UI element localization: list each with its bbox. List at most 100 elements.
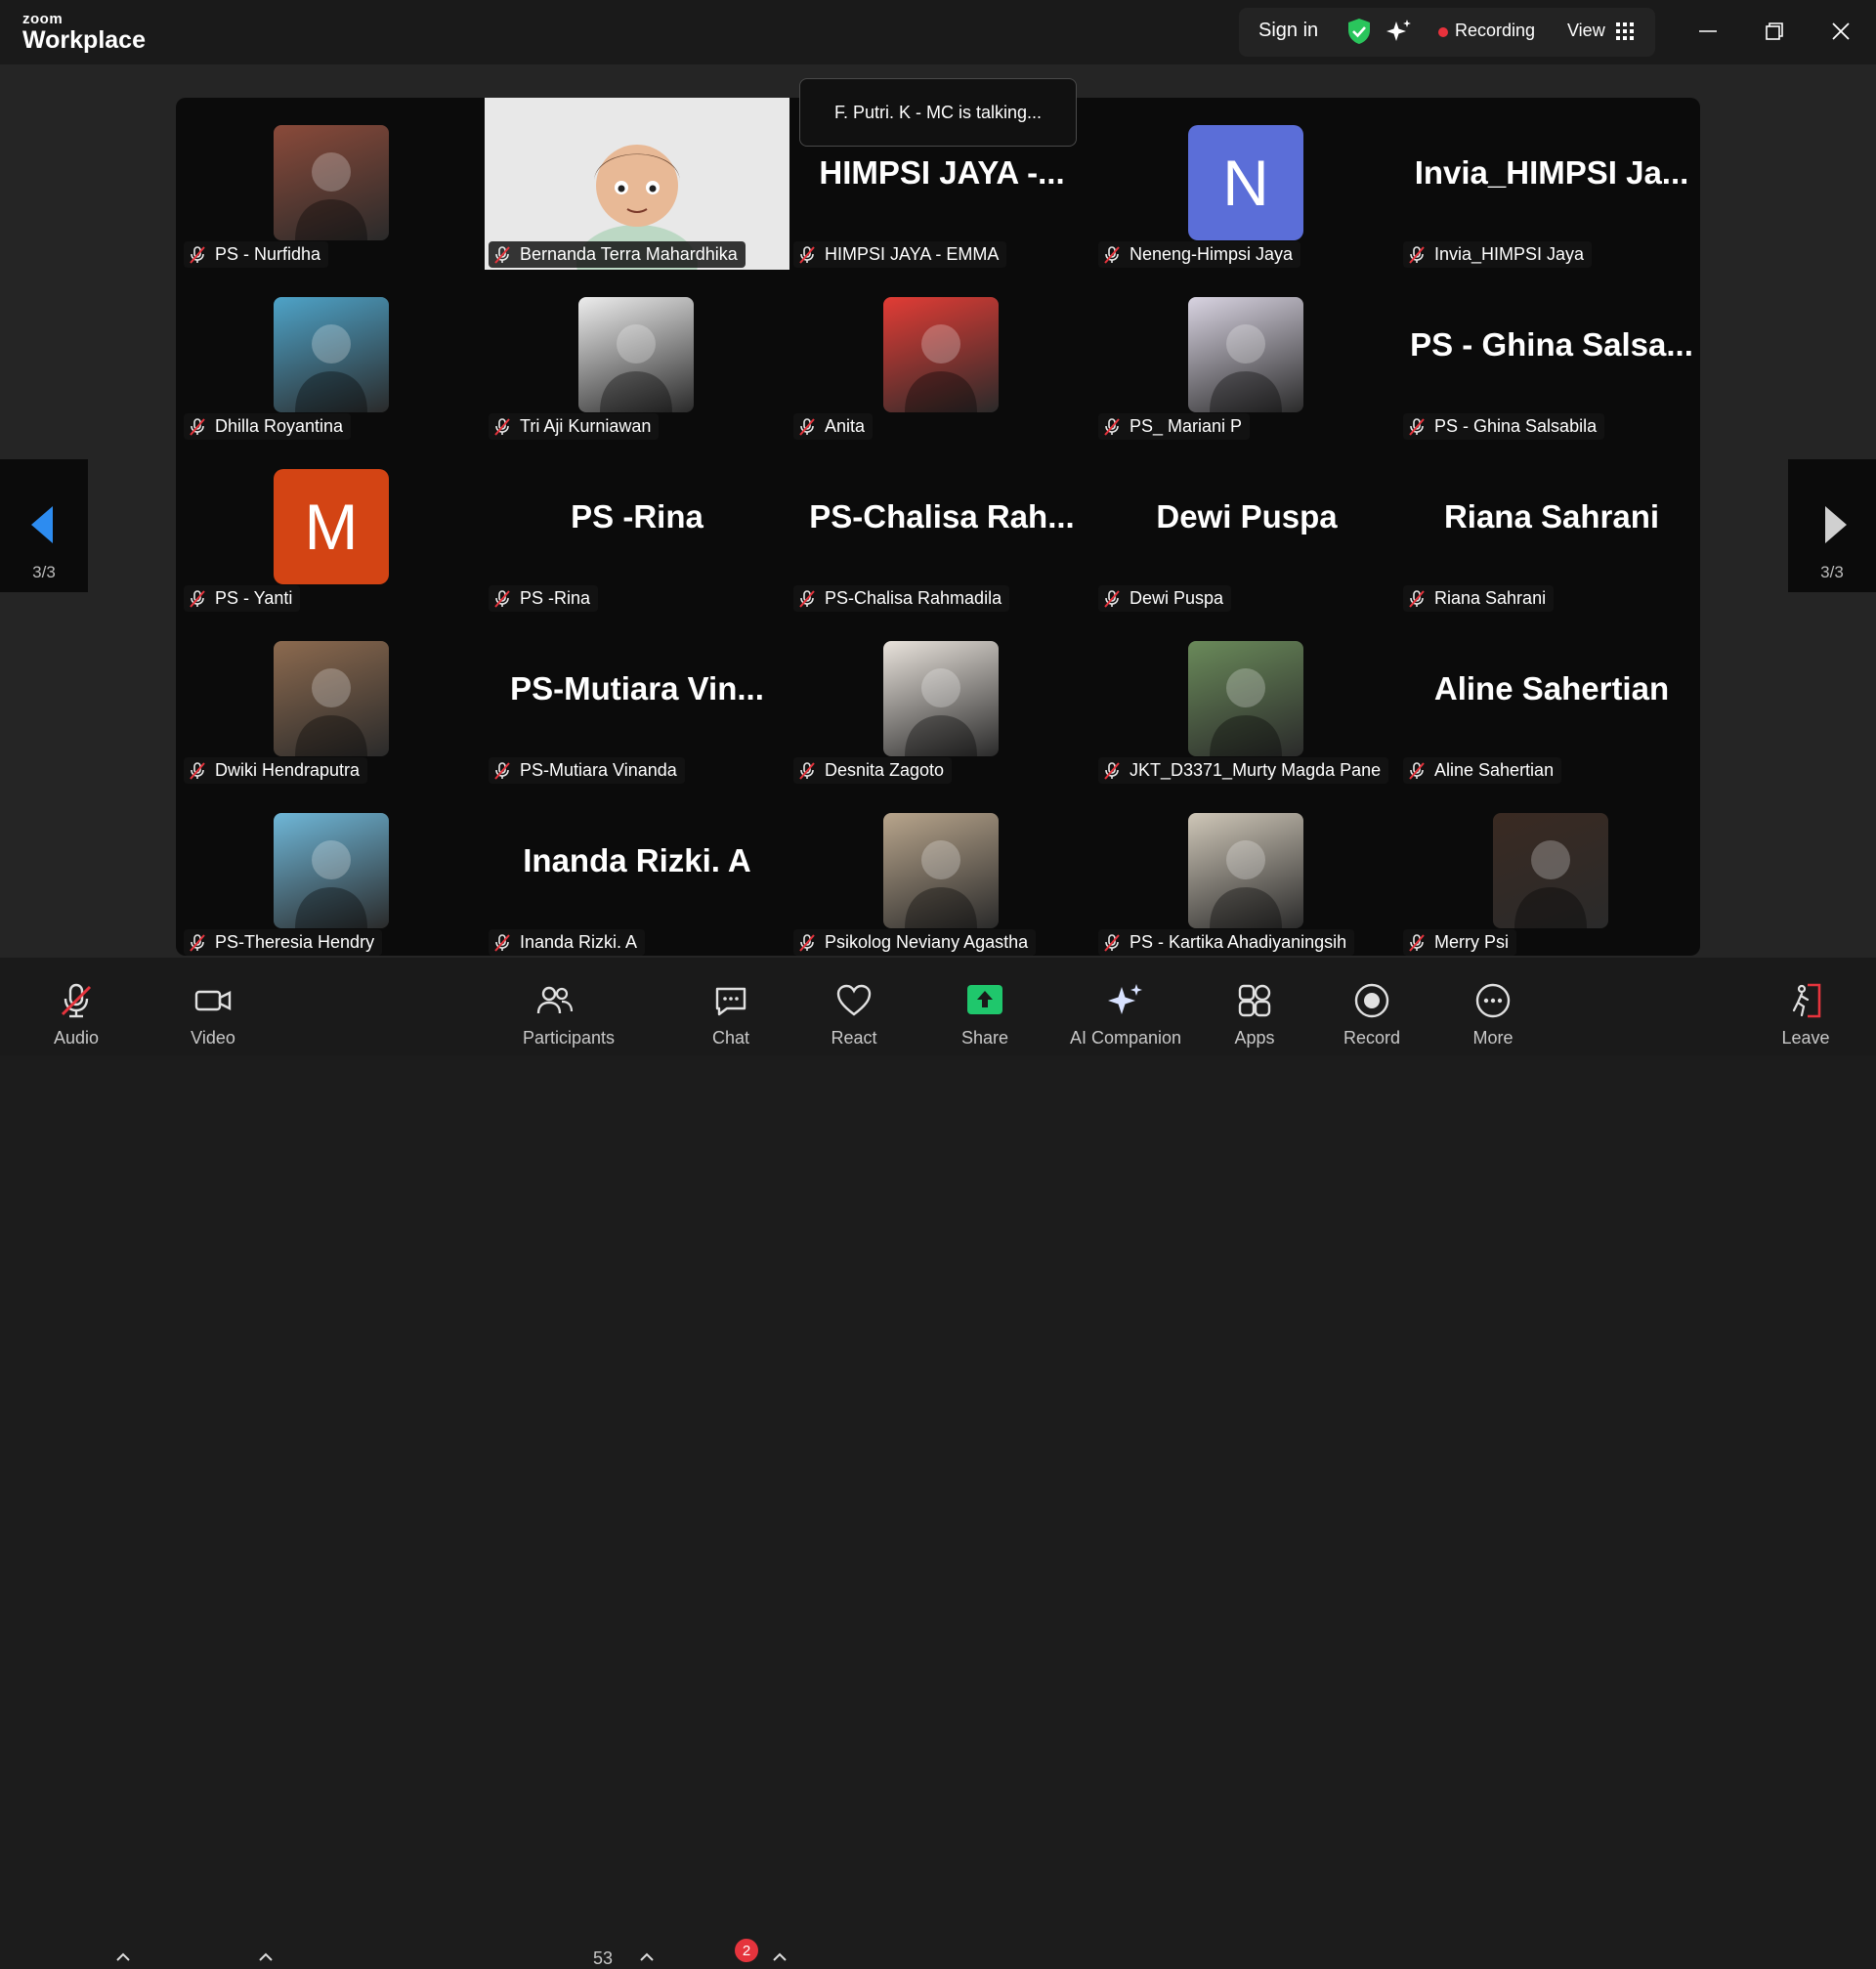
- participant-tile[interactable]: Dhilla Royantina: [180, 270, 485, 442]
- share-label: Share: [960, 1028, 1009, 1048]
- participant-tile[interactable]: Anita: [789, 270, 1094, 442]
- mic-muted-icon: [494, 417, 510, 436]
- react-button[interactable]: React: [817, 958, 891, 1055]
- audio-caret-icon[interactable]: [115, 1952, 131, 1962]
- apps-button[interactable]: Apps: [1217, 958, 1292, 1055]
- participant-tile[interactable]: PS-Theresia Hendry: [180, 786, 485, 958]
- participant-name-label: Neneng-Himpsi Jaya: [1098, 241, 1301, 268]
- participant-name-label: PS - Nurfidha: [184, 241, 329, 268]
- participant-tile[interactable]: Tri Aji Kurniawan: [485, 270, 789, 442]
- participant-name-label: Dewi Puspa: [1098, 585, 1232, 612]
- participants-caret-icon[interactable]: [639, 1952, 655, 1962]
- participant-name-label: Riana Sahrani: [1403, 585, 1555, 612]
- participant-name: Psikolog Neviany Agastha: [825, 932, 1029, 952]
- participant-name-label: Merry Psi: [1403, 929, 1516, 956]
- mic-muted-icon: [494, 761, 510, 780]
- participants-button[interactable]: Participants: [510, 958, 627, 1055]
- participant-display-name: PS - Ghina Salsa...: [1410, 326, 1693, 363]
- participants-count: 53: [593, 1948, 614, 1968]
- participant-tile[interactable]: Inanda Rizki. A Inanda Rizki. A: [485, 786, 789, 958]
- participant-tile[interactable]: PS - Nurfidha: [180, 98, 485, 270]
- close-icon[interactable]: [1825, 16, 1856, 47]
- participant-tile[interactable]: PS - Kartika Ahadiyaningsih: [1094, 786, 1399, 958]
- mic-muted-icon: [190, 933, 205, 952]
- participant-tile[interactable]: Merry Psi: [1399, 786, 1704, 958]
- participant-name: Desnita Zagoto: [825, 760, 945, 780]
- page-indicator-left: 3/3: [32, 563, 56, 581]
- record-icon: [1352, 981, 1391, 1025]
- audio-button[interactable]: Audio: [39, 958, 113, 1055]
- participant-name: Dwiki Hendraputra: [215, 760, 361, 780]
- minimize-icon[interactable]: [1692, 16, 1724, 47]
- participant-tile[interactable]: N Neneng-Himpsi Jaya: [1094, 98, 1399, 270]
- leave-button[interactable]: Leave: [1769, 958, 1843, 1055]
- participant-tile[interactable]: M PS - Yanti: [180, 442, 485, 614]
- logo-big: Workplace: [22, 26, 146, 54]
- gallery-view: PS - Nurfidha Bernanda Terra Mahardhika HI…: [176, 98, 1700, 956]
- participant-name: HIMPSI JAYA - EMMA: [825, 244, 1000, 264]
- recording-label[interactable]: Recording: [1455, 21, 1535, 41]
- participant-name-label: Desnita Zagoto: [793, 757, 953, 784]
- participant-tile[interactable]: Aline Sahertian Aline Sahertian: [1399, 614, 1704, 786]
- share-button[interactable]: Share: [948, 958, 1022, 1055]
- mic-muted-icon: [494, 933, 510, 952]
- next-page-button[interactable]: 3/3: [1788, 459, 1876, 592]
- participant-tile[interactable]: Desnita Zagoto: [789, 614, 1094, 786]
- restore-icon[interactable]: [1759, 16, 1790, 47]
- video-button[interactable]: Video: [176, 958, 250, 1055]
- participant-tile[interactable]: Riana Sahrani Riana Sahrani: [1399, 442, 1704, 614]
- shield-icon[interactable]: [1346, 18, 1372, 50]
- participant-photo: [883, 297, 999, 412]
- mic-muted-icon: [1409, 245, 1425, 264]
- more-label: More: [1472, 1028, 1514, 1048]
- heart-icon: [834, 981, 874, 1025]
- record-button[interactable]: Record: [1335, 958, 1409, 1055]
- participant-tile[interactable]: PS-Mutiara Vin... PS-Mutiara Vinanda: [485, 614, 789, 786]
- participant-name: PS - Nurfidha: [215, 244, 321, 264]
- participant-tile[interactable]: Bernanda Terra Mahardhika: [485, 98, 789, 270]
- prev-page-button[interactable]: 3/3: [0, 459, 88, 592]
- participant-name: Bernanda Terra Mahardhika: [520, 244, 738, 264]
- video-caret-icon[interactable]: [258, 1952, 274, 1962]
- participant-name-label: Tri Aji Kurniawan: [489, 413, 660, 440]
- chat-button[interactable]: Chat: [696, 958, 766, 1055]
- sparkle-icon[interactable]: [1386, 18, 1413, 50]
- chat-caret-icon[interactable]: [772, 1952, 788, 1962]
- participant-tile[interactable]: PS_ Mariani P: [1094, 270, 1399, 442]
- participant-name: PS-Theresia Hendry: [215, 932, 375, 952]
- participant-name-label: PS - Kartika Ahadiyaningsih: [1098, 929, 1355, 956]
- participant-name-label: PS_ Mariani P: [1098, 413, 1251, 440]
- participant-name: Anita: [825, 416, 866, 436]
- participant-tile[interactable]: PS-Chalisa Rah... PS-Chalisa Rahmadila: [789, 442, 1094, 614]
- mic-muted-icon: [1104, 933, 1120, 952]
- participant-tile[interactable]: Dewi Puspa Dewi Puspa: [1094, 442, 1399, 614]
- mic-muted-icon: [1409, 417, 1425, 436]
- sparkle-icon: [1106, 981, 1145, 1025]
- participant-tile[interactable]: JKT_D3371_Murty Magda Pane: [1094, 614, 1399, 786]
- grid-icon[interactable]: [1616, 22, 1634, 45]
- participant-name: Aline Sahertian: [1434, 760, 1555, 780]
- participant-name: PS - Yanti: [215, 588, 293, 608]
- participant-tile[interactable]: PS - Ghina Salsa... PS - Ghina Salsabila: [1399, 270, 1704, 442]
- video-label: Video: [191, 1028, 235, 1048]
- participant-name: Invia_HIMPSI Jaya: [1434, 244, 1585, 264]
- chat-icon: [711, 981, 750, 1025]
- mic-muted-icon: [799, 933, 815, 952]
- sign-in-button[interactable]: Sign in: [1258, 20, 1318, 42]
- participant-photo: [1188, 813, 1303, 928]
- ai-companion-button[interactable]: AI Companion: [1065, 958, 1186, 1055]
- audio-label: Audio: [53, 1028, 100, 1048]
- participant-name: PS_ Mariani P: [1130, 416, 1243, 436]
- participant-display-name: Riana Sahrani: [1443, 498, 1660, 535]
- participant-name-label: PS -Rina: [489, 585, 599, 612]
- more-button[interactable]: More: [1456, 958, 1530, 1055]
- participant-photo: [883, 641, 999, 756]
- participant-tile[interactable]: Invia_HIMPSI Ja... Invia_HIMPSI Jaya: [1399, 98, 1704, 270]
- participant-name-label: PS - Yanti: [184, 585, 301, 612]
- participant-tile[interactable]: Dwiki Hendraputra: [180, 614, 485, 786]
- view-button[interactable]: View: [1567, 21, 1605, 41]
- participant-tile[interactable]: PS -Rina PS -Rina: [485, 442, 789, 614]
- participant-tile[interactable]: Psikolog Neviany Agastha: [789, 786, 1094, 958]
- mic-muted-icon: [1409, 589, 1425, 608]
- participant-name-label: PS-Chalisa Rahmadila: [793, 585, 1010, 612]
